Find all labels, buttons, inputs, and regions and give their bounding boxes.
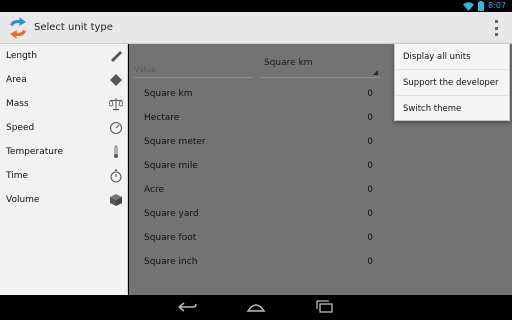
recent-apps-icon[interactable] bbox=[314, 300, 336, 314]
list-item[interactable]: Acre 0 bbox=[129, 178, 389, 202]
home-icon[interactable] bbox=[245, 300, 267, 314]
unit-value: 0 bbox=[367, 257, 373, 267]
action-bar: Select unit type bbox=[0, 12, 512, 44]
results-list: Square km 0 Hectare 0 Square meter 0 Squ… bbox=[129, 82, 389, 274]
sidebar-item-time[interactable]: Time bbox=[0, 164, 127, 188]
status-bar: 8:07 bbox=[0, 0, 512, 12]
stopwatch-icon bbox=[109, 169, 123, 183]
unit-type-sidebar: Length Area Mass Speed Temperature Time … bbox=[0, 44, 128, 295]
list-item[interactable]: Square inch 0 bbox=[129, 250, 389, 274]
unit-name: Square mile bbox=[144, 161, 198, 171]
battery-icon bbox=[478, 1, 485, 11]
back-icon[interactable] bbox=[176, 300, 198, 314]
sidebar-item-label: Speed bbox=[6, 123, 35, 133]
scale-icon bbox=[109, 97, 123, 111]
sidebar-item-temperature[interactable]: Temperature bbox=[0, 140, 127, 164]
speedometer-icon bbox=[109, 121, 123, 135]
value-input[interactable] bbox=[134, 62, 253, 78]
status-icons: 8:07 bbox=[463, 1, 506, 11]
unit-value: 0 bbox=[367, 209, 373, 219]
sidebar-item-label: Mass bbox=[6, 99, 29, 109]
sidebar-item-mass[interactable]: Mass bbox=[0, 92, 127, 116]
unit-name: Square km bbox=[144, 89, 193, 99]
unit-value: 0 bbox=[367, 185, 373, 195]
area-icon bbox=[109, 73, 123, 87]
thermometer-icon bbox=[109, 145, 123, 159]
list-item[interactable]: Square meter 0 bbox=[129, 130, 389, 154]
clock-time: 8:07 bbox=[488, 1, 506, 10]
ruler-icon bbox=[109, 49, 123, 63]
sidebar-item-label: Temperature bbox=[6, 147, 64, 157]
list-item[interactable]: Square foot 0 bbox=[129, 226, 389, 250]
navigation-bar bbox=[0, 295, 512, 320]
unit-dropdown-value: Square km bbox=[264, 58, 313, 68]
wifi-icon bbox=[463, 1, 475, 11]
list-item[interactable]: Square mile 0 bbox=[129, 154, 389, 178]
sidebar-item-speed[interactable]: Speed bbox=[0, 116, 127, 140]
overflow-menu: Display all units Support the developer … bbox=[394, 43, 510, 121]
menu-item-display-all-units[interactable]: Display all units bbox=[395, 44, 509, 70]
unit-value: 0 bbox=[367, 89, 373, 99]
swap-arrows-icon[interactable] bbox=[6, 16, 30, 40]
unit-value: 0 bbox=[367, 233, 373, 243]
unit-value: 0 bbox=[367, 113, 373, 123]
dropdown-corner-icon bbox=[373, 70, 378, 75]
unit-name: Square meter bbox=[144, 137, 206, 147]
cube-icon bbox=[109, 193, 123, 207]
unit-name: Square foot bbox=[144, 233, 197, 243]
sidebar-item-label: Area bbox=[6, 75, 27, 85]
sidebar-item-label: Volume bbox=[6, 195, 40, 205]
overflow-icon[interactable] bbox=[492, 20, 500, 36]
list-item[interactable]: Hectare 0 bbox=[129, 106, 389, 130]
unit-dropdown[interactable]: Square km bbox=[260, 54, 380, 78]
unit-value: 0 bbox=[367, 137, 373, 147]
sidebar-item-area[interactable]: Area bbox=[0, 68, 127, 92]
list-item[interactable]: Square yard 0 bbox=[129, 202, 389, 226]
unit-name: Square yard bbox=[144, 209, 199, 219]
list-item[interactable]: Square km 0 bbox=[129, 82, 389, 106]
sidebar-item-label: Time bbox=[6, 171, 29, 181]
sidebar-item-length[interactable]: Length bbox=[0, 44, 127, 68]
page-title: Select unit type bbox=[34, 22, 113, 33]
sidebar-item-volume[interactable]: Volume bbox=[0, 188, 127, 212]
unit-value: 0 bbox=[367, 161, 373, 171]
unit-name: Square inch bbox=[144, 257, 198, 267]
sidebar-item-label: Length bbox=[6, 51, 38, 61]
menu-item-support-developer[interactable]: Support the developer bbox=[395, 70, 509, 96]
menu-item-switch-theme[interactable]: Switch theme bbox=[395, 96, 509, 122]
unit-name: Acre bbox=[144, 185, 164, 195]
unit-name: Hectare bbox=[144, 113, 180, 123]
